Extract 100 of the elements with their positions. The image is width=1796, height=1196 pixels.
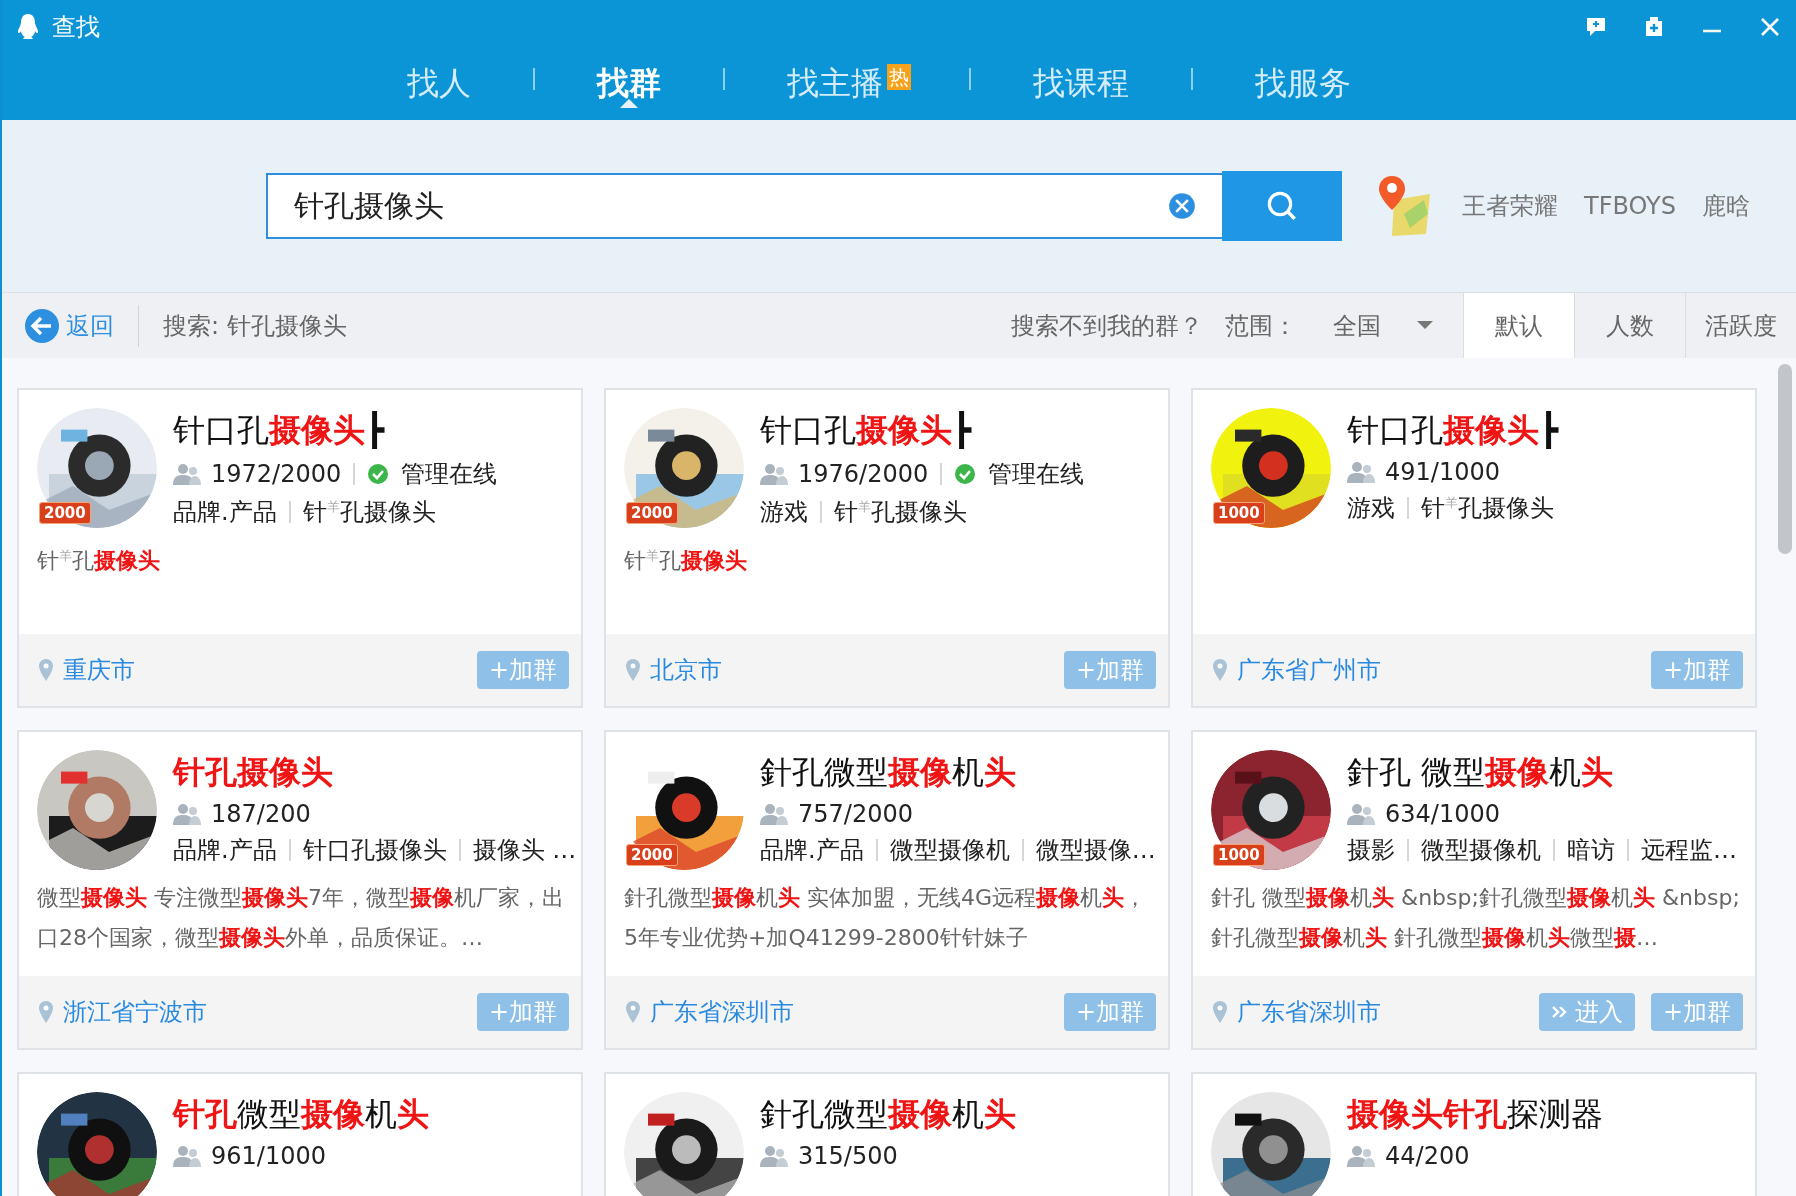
hot-word-link[interactable]: 王者荣耀 [1462,190,1558,222]
group-card[interactable]: 2000 针口孔摄像头┣ 1976/2000 管理在线 游戏 针$^{羊}$孔摄像头 针$^{羊}$孔摄像头 北京市 +加群 [604,388,1170,708]
nav-tab[interactable]: 找主播 [783,50,887,106]
location-pin-icon [626,1001,640,1023]
location-link[interactable]: 广东省深圳市 [1237,996,1381,1028]
join-group-button[interactable]: +加群 [476,993,569,1031]
join-group-button[interactable]: +加群 [1063,651,1156,689]
group-tag: 微型摄像机 [1421,834,1541,866]
location-pin-icon [1213,1001,1227,1023]
group-tag: 针$^{羊}$孔摄像头 [834,496,967,528]
group-name: 针口孔摄像头┣ [1347,410,1559,451]
hot-word-link[interactable]: 鹿晗 [1702,190,1750,222]
search-query-text: 搜索: 针孔摄像头 [163,310,347,342]
level-badge: 2000 [626,502,678,524]
location-link[interactable]: 北京市 [650,654,722,686]
location-pin-icon [1213,659,1227,681]
member-count: 634/1000 [1385,800,1500,828]
group-description: 针$^{羊}$孔摄像头 [37,547,161,576]
group-tag: 微型摄像… [1035,834,1156,866]
group-tag: 品牌.产品 [760,834,864,866]
join-group-button[interactable]: +加群 [1063,993,1156,1031]
scrollbar-thumb[interactable] [1778,364,1792,554]
nav-tab[interactable]: 找人 [403,50,475,106]
group-tag: 微型摄像机 [889,834,1010,866]
check-icon [954,463,977,485]
check-icon [367,463,390,485]
location-pin-icon [626,659,640,681]
group-name: 針孔 微型摄像机头 [1347,752,1615,793]
hot-badge: 热 [887,64,911,90]
nav-tab[interactable]: 找服务 [1251,50,1355,106]
group-card[interactable]: 摄像头针孔探测器 44/200 [1191,1072,1757,1196]
admin-status: 管理在线 [988,459,1085,490]
group-tag: 游戏 [760,496,808,528]
group-description: 針孔微型摄像机头 实体加盟，无线4G远程摄像机头，5年专业优势+加Q41299-2800针针妹子 [624,884,1148,952]
member-count: 491/1000 [1385,458,1500,486]
location-link[interactable]: 重庆市 [63,654,135,686]
group-name: 針孔微型摄像机头 [760,752,1017,793]
member-count: 1976/2000 [798,460,929,488]
group-name: 摄像头针孔探测器 [1347,1094,1603,1135]
group-name: 针孔摄像头 [173,752,334,793]
admin-status: 管理在线 [401,459,498,490]
search-button[interactable] [1222,171,1342,241]
group-description: 微型摄像头 专注微型摄像头7年，微型摄像机厂家，出口28个国家，微型摄像头外单，品质保证。… [37,884,565,952]
member-count: 961/1000 [211,1142,326,1170]
group-name: 針孔微型摄像机头 [760,1094,1016,1135]
back-button[interactable]: 返回 [2,304,139,347]
group-card[interactable]: 针孔摄像头 187/200 品牌.产品 针口孔摄像头 摄像头 … 微型摄像头 专注微型摄像头7年，微型摄像机厂家，出口28个国家，微型摄像头外单，品质保证。… 浙江省宁波市 +加群 [17,730,583,1050]
feedback-icon[interactable] [1584,15,1608,39]
members-icon [760,463,788,485]
members-icon [760,803,788,825]
group-card[interactable]: 2000 針孔微型摄像机头 757/2000 品牌.产品 微型摄像机 微型摄像… 針孔微型摄像机头 实体加盟，无线4G远程摄像机头，5年专业优势+加Q41299-2800针针妹子 广东省深圳市 +加群 [604,730,1170,1050]
group-tag: 品牌.产品 [173,496,277,528]
help-link[interactable]: 搜索不到我的群？ [1011,309,1203,342]
member-count: 44/200 [1385,1142,1470,1170]
group-tag: 游戏 [1347,492,1395,524]
level-badge: 2000 [39,502,91,524]
members-icon [173,1145,201,1167]
members-icon [1347,461,1375,483]
members-icon [1347,803,1375,825]
group-name: 针口孔摄像头┣ [173,410,386,451]
member-count: 757/2000 [798,800,913,828]
members-icon [1347,1145,1375,1167]
nav-tab[interactable]: 找课程 [1029,50,1133,106]
search-icon [1266,190,1298,222]
group-card[interactable]: 針孔微型摄像机头 315/500 [604,1072,1170,1196]
hot-word-link[interactable]: TFBOYS [1584,192,1676,220]
level-badge: 2000 [626,844,678,866]
group-description: 針孔 微型摄像机头 &nbsp;針孔微型摄像机头 &nbsp;針孔微型摄像机头 針孔微型摄像机头微型摄… [1211,884,1741,952]
group-tag: 针口孔摄像头 [302,834,447,866]
location-link[interactable]: 广东省深圳市 [650,996,794,1028]
group-card[interactable]: 针孔微型摄像机头 961/1000 [17,1072,583,1196]
group-card[interactable]: 1000 针口孔摄像头┣ 491/1000 游戏 针$^{羊}$孔摄像头 广东省广州市 +加群 [1191,388,1757,708]
level-badge: 1000 [1213,502,1265,524]
members-icon [760,1145,788,1167]
members-icon [173,803,201,825]
group-description: 针$^{羊}$孔摄像头 [624,547,748,576]
group-tag: 品牌.产品 [173,834,277,866]
location-pin-icon [39,659,53,681]
sort-tab[interactable]: 默认 [1463,292,1574,359]
location-link[interactable]: 广东省广州市 [1237,654,1381,686]
enter-button[interactable]: 进入 [1538,993,1635,1031]
member-count: 187/200 [211,800,311,828]
range-dropdown[interactable]: 全国 [1333,309,1433,342]
group-card[interactable]: 2000 针口孔摄像头┣ 1972/2000 管理在线 品牌.产品 针$^{羊}$孔摄像头 针$^{羊}$孔摄像头 重庆市 +加群 [17,388,583,708]
nav-tab[interactable]: 找群 [593,50,665,106]
tab-pointer [620,99,638,108]
group-tag: 针$^{羊}$孔摄像头 [302,496,436,528]
group-tag: 远程监… [1641,834,1737,866]
double-chevron-icon [1550,1005,1567,1019]
group-name: 针口孔摄像头┣ [760,410,973,451]
group-tag: 针$^{羊}$孔摄像头 [1421,492,1554,524]
location-link[interactable]: 浙江省宁波市 [63,996,207,1028]
search-field[interactable]: 针孔摄像头 [266,173,1222,239]
group-name: 针孔微型摄像机头 [173,1094,429,1135]
group-card[interactable]: 1000 針孔 微型摄像机头 634/1000 摄影 微型摄像机 暗访 远程监… 針孔 微型摄像机头 &nbsp;針孔微型摄像机头 &nbsp;針孔微型摄像机头 針孔微型摄像机头微型摄… 广东省深圳市 进入 +加群 [1191,730,1757,1050]
join-group-button[interactable]: +加群 [476,651,569,689]
join-group-button[interactable]: +加群 [1650,993,1743,1031]
level-badge: 1000 [1213,844,1265,866]
join-group-button[interactable]: +加群 [1650,651,1743,689]
clear-icon[interactable] [1168,192,1196,220]
